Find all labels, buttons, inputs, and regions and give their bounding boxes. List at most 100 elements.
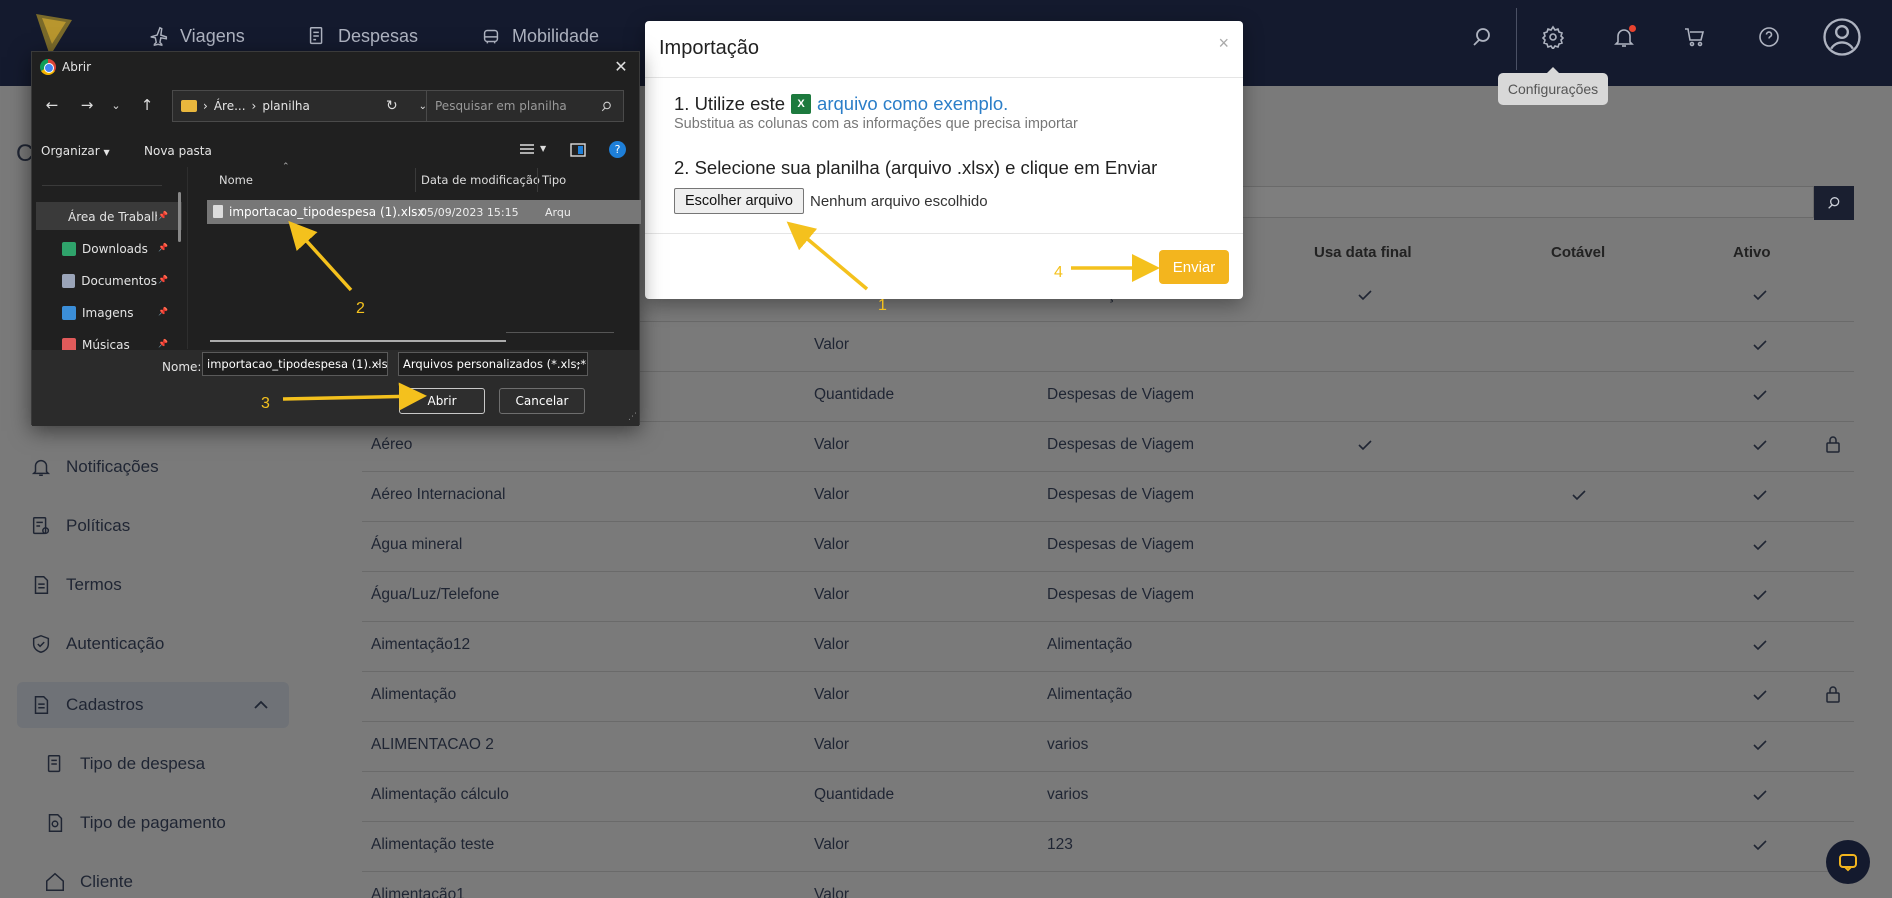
folder-icon [62,242,76,256]
file-type-select[interactable]: Arquivos personalizados (*.xls;* ⌄ [398,352,588,376]
nav-pane-item[interactable]: Imagens [62,303,157,323]
table-row[interactable]: Alimentação1 Valor [362,872,1854,898]
address-bar[interactable]: › Áre... › planilha ⌄ [172,90,438,122]
search-icon [601,101,611,112]
table-row[interactable]: ALIMENTACAO 2 Valor varios [362,722,1854,772]
notifications-button[interactable] [1609,22,1639,52]
preview-pane-icon[interactable] [569,141,587,159]
cancel-button[interactable]: Cancelar [499,388,585,414]
nav-pane-item[interactable]: Área de Trabalho [62,207,157,227]
dialog-close-button[interactable]: ✕ [611,56,631,76]
pin-icon[interactable]: 📌 [158,243,168,252]
search-button[interactable] [1467,22,1497,52]
view-options-icon[interactable] [518,141,536,159]
sidebar-item-label: Termos [66,575,122,594]
logo-icon[interactable] [36,14,72,56]
check-icon [1751,336,1769,354]
table-row[interactable]: Aéreo Internacional Valor Despesas de Viag… [362,472,1854,522]
organize-label: Organizar [41,144,100,158]
table-row[interactable]: Água mineral Valor Despesas de Viagem [362,522,1854,572]
sidebar-subitem-cliente[interactable]: Cliente [44,867,133,897]
chevron-down-icon: ⌄ [574,358,582,368]
help-icon [1759,27,1779,47]
sidebar-item-notificacoes[interactable]: Notificações [30,452,159,482]
cell-tipo: Valor [814,886,850,898]
chevron-down-icon[interactable]: ⌄ [374,358,382,368]
sidebar-subitem-label: Cliente [80,872,133,891]
sidebar-subitem-tipo-pagamento[interactable]: Tipo de pagamento [44,808,226,838]
nav-viagens[interactable]: Viagens [148,24,245,48]
back-button[interactable]: ← [41,94,63,116]
horizontal-scrollbar[interactable] [210,340,506,342]
sidebar-item-termos[interactable]: Termos [30,570,122,600]
chat-support-button[interactable] [1826,840,1870,884]
forward-button[interactable]: → [76,94,98,116]
cart-button[interactable] [1680,22,1710,52]
resize-grip-icon[interactable]: ⋰ [628,412,637,422]
breadcrumb-item[interactable]: Áre... [214,99,246,113]
user-avatar[interactable] [1822,17,1862,57]
column-separator[interactable] [415,168,416,192]
step-1-prefix: 1. Utilize este [674,93,786,114]
column-header-name[interactable]: Nome [219,173,253,187]
column-header-usa-data-final[interactable]: Usa data final [1314,244,1412,261]
choose-file-button[interactable]: Escolher arquivo [674,188,804,214]
table-row[interactable]: Alimentação teste Valor 123 [362,822,1854,872]
cell-grupo: Despesas de Viagem [1047,436,1195,453]
sidebar-item-politicas[interactable]: Políticas [30,511,130,541]
settings-button[interactable] [1538,22,1568,52]
table-row[interactable]: Alimentação cálculo Quantidade varios [362,772,1854,822]
modal-close-button[interactable]: × [1218,33,1229,54]
help-button[interactable] [1754,22,1784,52]
help-icon[interactable]: ? [609,141,626,158]
send-button[interactable]: Enviar [1159,250,1229,284]
chevron-up-icon[interactable] [253,697,269,713]
up-button[interactable]: ↑ [136,94,158,116]
caret-down-icon[interactable]: ▼ [540,144,546,153]
table-row[interactable]: Alimentação Valor Alimentação [362,672,1854,722]
table-row[interactable]: Aimentação12 Valor Alimentação [362,622,1854,672]
nav-pane-scrollbar[interactable] [178,192,181,242]
notification-dot [1629,25,1636,32]
breadcrumb-item[interactable]: planilha [262,99,310,113]
pin-icon[interactable]: 📌 [158,211,168,220]
caret-down-icon: ▼ [103,148,110,157]
column-header-cotavel[interactable]: Cotável [1551,244,1605,261]
recent-locations-button[interactable]: ⌄ [105,94,127,116]
nav-despesas[interactable]: Despesas [306,24,418,48]
refresh-icon[interactable]: ↻ [386,98,398,114]
breadcrumb-separator: › [203,99,208,113]
new-folder-button[interactable]: Nova pasta [144,144,212,158]
column-header-modified[interactable]: Data de modificação [421,173,540,187]
pin-icon[interactable]: 📌 [158,339,168,348]
nav-mobilidade[interactable]: Mobilidade [480,24,599,48]
dialog-title-bar: Abrir [32,52,639,82]
cell-nome: ALIMENTACAO 2 [371,736,494,753]
organize-menu[interactable]: Organizar ▼ [41,144,110,158]
column-separator[interactable] [537,168,538,192]
nav-pane-item[interactable]: Documentos [62,271,157,291]
file-modified: 05/09/2023 15:15 [420,206,519,219]
sidebar-group-cadastros[interactable]: Cadastros [17,682,289,728]
folder-icon [181,100,197,112]
sidebar-item-autenticacao[interactable]: Autenticação [30,629,164,659]
column-header-type[interactable]: Tipo [542,173,566,187]
file-list-item[interactable]: importacao_tipodespesa (1).xlsx 05/09/20… [207,200,641,224]
table-row[interactable]: Aéreo Valor Despesas de Viagem [362,422,1854,472]
column-header-ativo[interactable]: Ativo [1733,244,1771,261]
open-button[interactable]: Abrir [399,388,485,414]
pin-icon[interactable]: 📌 [158,275,168,284]
example-file-link[interactable]: arquivo como exemplo. [817,93,1008,115]
nav-pane-item[interactable]: Downloads [62,239,157,259]
sidebar-subitem-tipo-despesa[interactable]: Tipo de despesa [44,749,205,779]
table-search-input[interactable] [1240,186,1814,218]
sidebar-item-label: Notificações [66,457,159,476]
check-icon [1751,286,1769,304]
cell-tipo: Valor [814,586,850,603]
pin-icon[interactable]: 📌 [158,307,168,316]
table-search-button[interactable] [1814,186,1854,220]
dialog-search-input[interactable]: Pesquisar em planilha [426,90,624,122]
table-row[interactable]: Água/Luz/Telefone Valor Despesas de Viagem [362,572,1854,622]
sidebar-group-header[interactable]: Cadastros [30,690,143,720]
filename-input[interactable]: importacao_tipodespesa (1).xlsx ⌄ [202,352,388,376]
